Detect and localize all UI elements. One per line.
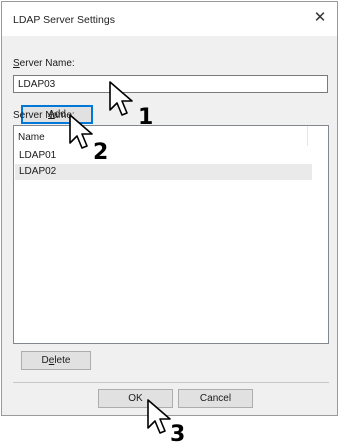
dialog-body: Server Name: LDAP03 Add Server Name: Nam… — [2, 36, 337, 415]
callout-number: 2 — [93, 140, 108, 163]
title-bar: LDAP Server Settings ✕ — [2, 2, 337, 36]
callout-number: 3 — [170, 422, 185, 443]
server-name-label: Server Name: — [13, 58, 75, 69]
list-item[interactable]: LDAP02 — [15, 164, 312, 180]
delete-button[interactable]: Delete — [21, 351, 91, 370]
close-icon[interactable]: ✕ — [311, 8, 329, 28]
server-name-input[interactable]: LDAP03 — [13, 75, 328, 93]
dialog-title: LDAP Server Settings — [13, 14, 115, 26]
list-item[interactable]: LDAP01 — [15, 148, 312, 164]
ldap-server-settings-dialog: LDAP Server Settings ✕ Server Name: LDAP… — [1, 1, 338, 416]
server-list[interactable]: Name LDAP01 LDAP02 — [13, 125, 329, 344]
arrow-pointer-icon: 2 — [69, 114, 108, 163]
list-column-header[interactable]: Name — [14, 126, 308, 146]
callout-number: 1 — [138, 105, 152, 128]
arrow-pointer-icon: 3 — [147, 399, 185, 443]
footer-divider — [13, 382, 329, 383]
server-list-label: Server Name: — [13, 110, 75, 121]
name-column-header: Name — [18, 132, 45, 143]
arrow-pointer-icon: 1 — [109, 81, 152, 128]
